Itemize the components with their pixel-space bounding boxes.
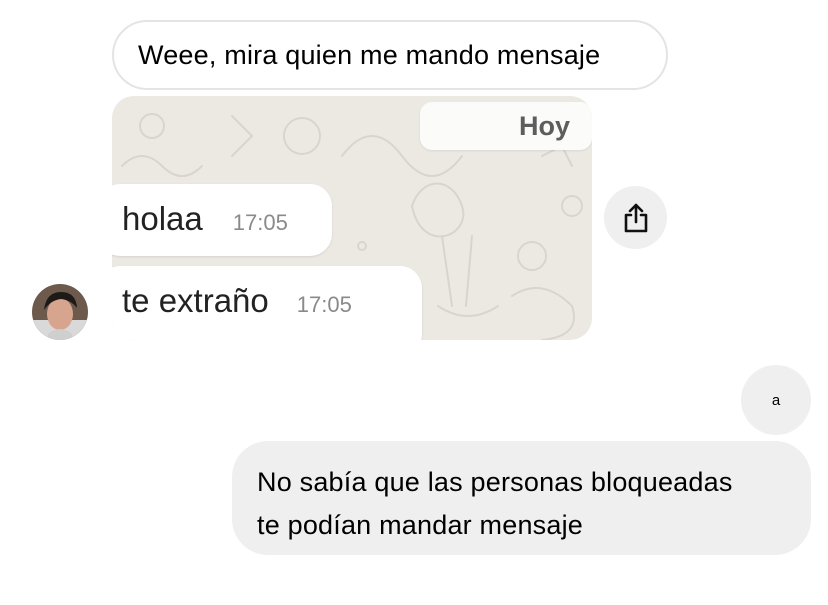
screenshot-message-time: 17:05	[296, 292, 352, 317]
share-button[interactable]	[604, 186, 667, 249]
outgoing-short-message-text: a	[771, 391, 781, 409]
screenshot-message-time: 17:05	[232, 210, 288, 235]
contact-avatar[interactable]	[32, 284, 88, 340]
avatar-icon	[32, 284, 88, 340]
outgoing-message-line: te podían mandar mensaje	[257, 510, 584, 540]
outgoing-short-message[interactable]: a	[741, 365, 811, 435]
date-chip: Hoy	[420, 102, 592, 150]
screenshot-message-text: te extraño	[122, 282, 269, 319]
outgoing-message-bubble[interactable]: No sabía que las personas bloqueadas te …	[232, 441, 811, 555]
incoming-message-bubble[interactable]: Weee, mira quien me mando mensaje	[112, 20, 668, 90]
screenshot-message-bubble: te extraño 17:05	[112, 266, 422, 340]
share-icon	[624, 203, 647, 232]
outgoing-message-line: No sabía que las personas bloqueadas	[257, 467, 733, 497]
screenshot-message-text: holaa	[122, 200, 203, 237]
incoming-message-text: Weee, mira quien me mando mensaje	[138, 39, 601, 70]
screenshot-message-bubble: holaa 17:05	[112, 184, 332, 256]
shared-screenshot-image[interactable]: Hoy holaa 17:05 te extraño 17:05	[112, 96, 592, 340]
